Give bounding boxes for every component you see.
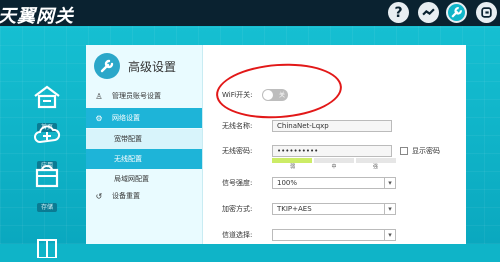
encryption-row: 加密方式: TKIP+AES ▾ [222, 203, 396, 215]
signal-label: 信号强度: [222, 179, 253, 187]
menu-item-wireless[interactable]: 无线配置 [86, 149, 202, 169]
menu-header: 高级设置 [94, 53, 176, 79]
chevron-down-icon: ▾ [384, 204, 395, 214]
channel-row: 信道选择: ▾ [222, 229, 396, 241]
menu-item-label: 无线配置 [114, 155, 142, 163]
ssid-label: 无线名称: [222, 122, 253, 130]
help-icon[interactable]: ? [388, 2, 409, 23]
show-password-label: 显示密码 [412, 147, 440, 155]
signal-value: 100% [277, 179, 298, 187]
side-item-more[interactable] [30, 232, 64, 262]
menu-item-label: 管理员账号设置 [112, 92, 161, 100]
menu-item-admin-account[interactable]: ♙ 管理员账号设置 [86, 86, 202, 106]
password-row: 无线密码: •••••••••• 显示密码 [222, 145, 440, 157]
show-password-checkbox[interactable] [400, 147, 408, 155]
strength-label-mid: 中 [331, 164, 337, 170]
status-icon[interactable] [418, 2, 439, 23]
menu-item-label: 设备重置 [112, 192, 140, 200]
header-bar: 天翼网关 ? [0, 0, 500, 27]
strength-label-weak: 弱 [290, 164, 296, 170]
cloud-icon [34, 125, 61, 144]
menu-item-device-reset[interactable]: ↺ 设备重置 [86, 186, 202, 206]
strength-label-strong: 强 [372, 164, 378, 170]
gear-icon: ⚙ [95, 113, 103, 123]
side-item-label: 存储 [36, 203, 57, 212]
channel-select[interactable]: ▾ [272, 229, 396, 241]
menu-item-broadband[interactable]: 宽带配置 [86, 129, 202, 149]
menu-item-label: 宽带配置 [114, 135, 142, 143]
home-icon [34, 85, 60, 109]
password-label: 无线密码: [222, 147, 253, 155]
side-item-storage[interactable]: 存储 [30, 164, 64, 213]
channel-label: 信道选择: [222, 231, 253, 239]
chevron-down-icon: ▾ [384, 178, 395, 188]
chevron-down-icon: ▾ [384, 230, 395, 240]
reset-icon: ↺ [95, 191, 103, 201]
menu-item-label: 网络设置 [112, 114, 140, 122]
user-icon: ♙ [95, 91, 103, 101]
ssid-row: 无线名称: ChinaNet-Lqxp [222, 120, 392, 132]
show-password-toggle[interactable]: 显示密码 [400, 146, 440, 156]
grid-icon [37, 239, 57, 259]
brand-logo: 天翼网关 [0, 6, 74, 27]
settings-menu: 高级设置 ♙ 管理员账号设置 ⚙ 网络设置 宽带配置 无线配置 局域网配置 ↺ … [86, 45, 203, 244]
encryption-label: 加密方式: [222, 205, 253, 213]
signal-select[interactable]: 100% ▾ [272, 177, 396, 189]
password-strength-meter: 弱 中 强 [272, 158, 396, 170]
menu-item-network[interactable]: ⚙ 网络设置 [86, 108, 202, 128]
password-input[interactable]: •••••••••• [272, 145, 392, 157]
menu-item-label: 局域网配置 [114, 175, 149, 183]
settings-icon[interactable] [446, 2, 467, 23]
user-icon[interactable] [476, 2, 497, 23]
storage-icon [35, 165, 59, 188]
ssid-input[interactable]: ChinaNet-Lqxp [272, 120, 392, 132]
signal-row: 信号强度: 100% ▾ [222, 177, 396, 189]
wrench-icon [94, 53, 120, 79]
menu-title: 高级设置 [128, 59, 177, 74]
encryption-value: TKIP+AES [277, 205, 312, 213]
encryption-select[interactable]: TKIP+AES ▾ [272, 203, 396, 215]
